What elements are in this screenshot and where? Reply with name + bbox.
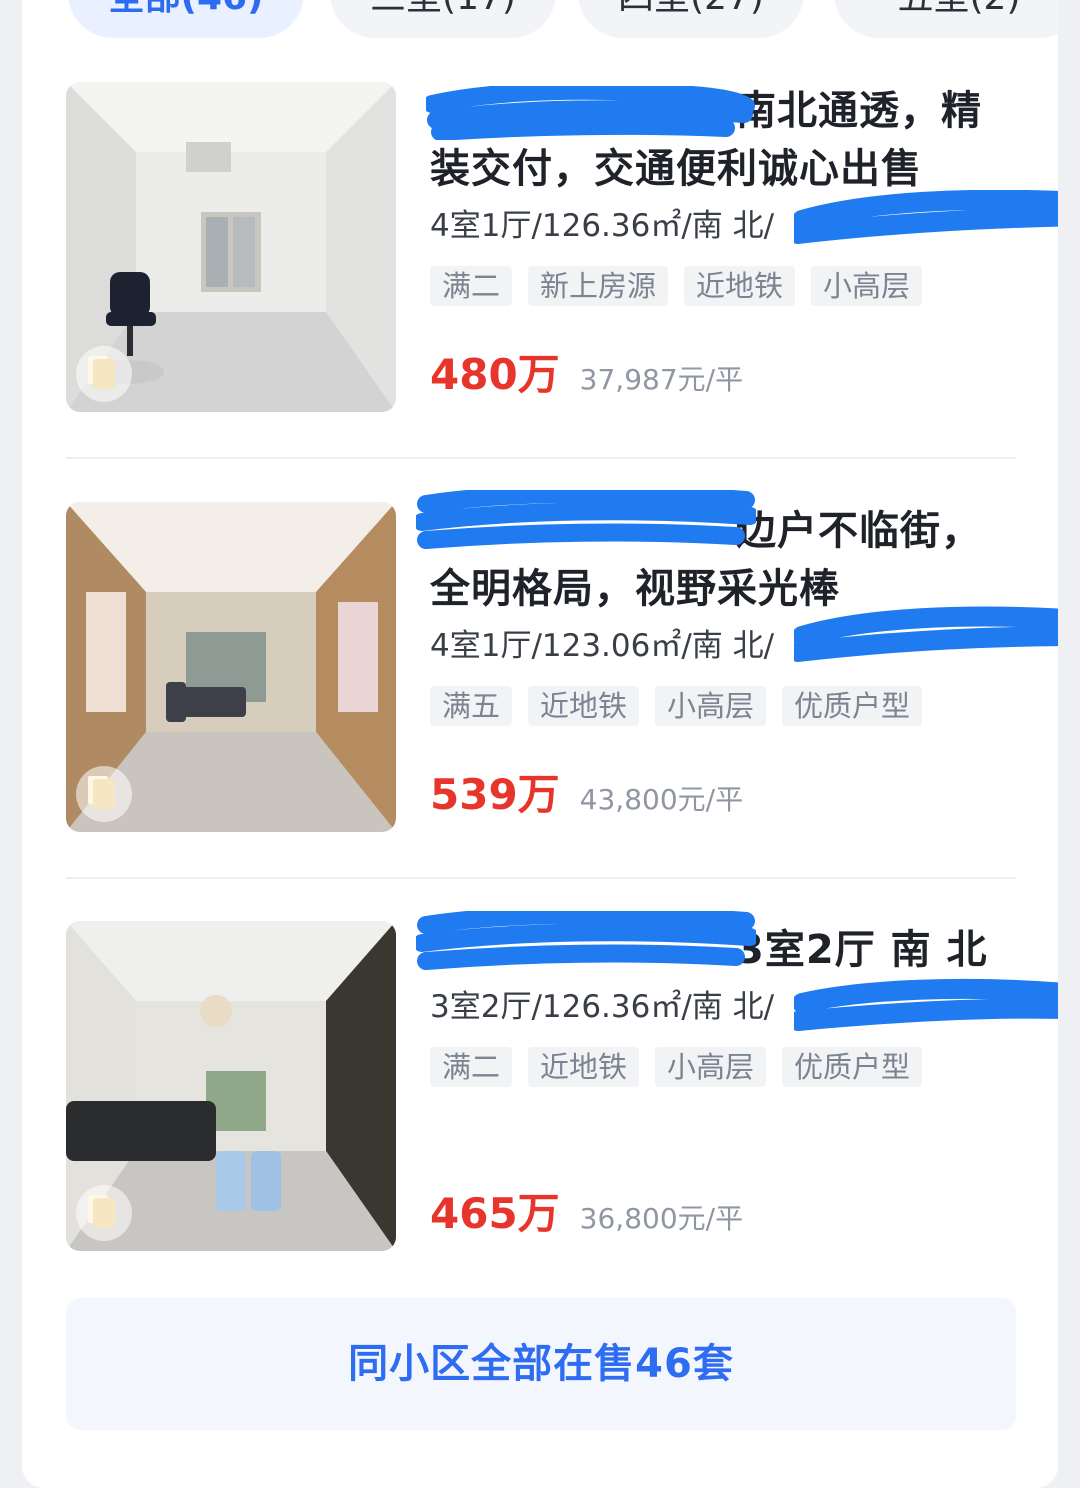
tab-five-room[interactable]: 五室(2) — [834, 0, 1058, 38]
listing-item[interactable]: 南北通透，精 装交付，交通便利诚心出售 4室1厅/126.36㎡/南 北/ 满二… — [66, 82, 1058, 422]
vr-photo-icon — [76, 766, 132, 822]
listing-tags: 满二 新上房源 近地铁 小高层 — [430, 266, 1030, 306]
tag: 满二 — [430, 266, 513, 306]
listing-meta: 3室2厅/126.36㎡/南 北/ — [430, 989, 775, 1025]
total-price: 480万 — [430, 350, 560, 399]
listing-tags: 满五 近地铁 小高层 优质户型 — [430, 686, 1030, 726]
view-all-listings-button[interactable]: 同小区全部在售46套 — [66, 1298, 1016, 1430]
listing-meta: 4室1厅/126.36㎡/南 北/ — [430, 208, 775, 244]
tag: 满二 — [430, 1047, 513, 1087]
listing-tags: 满二 近地铁 小高层 优质户型 — [430, 1047, 1030, 1087]
tag: 满五 — [430, 686, 513, 726]
tab-all[interactable]: 全部(46) — [68, 0, 304, 38]
listing-title[interactable]: 边户不临街， 全明格局，视野采光棒 — [430, 502, 1030, 618]
tab-three-room[interactable]: 三室(17) — [330, 0, 556, 38]
listing-title[interactable]: 南北通透，精 装交付，交通便利诚心出售 — [430, 82, 1030, 198]
room-filter-tabs: 全部(46) 三室(17) 四室(27) 五室(2) — [22, 0, 1058, 38]
vr-photo-icon — [76, 1185, 132, 1241]
tag: 近地铁 — [528, 1047, 640, 1087]
listing-photo[interactable] — [66, 921, 396, 1251]
tag: 小高层 — [811, 266, 923, 306]
tag: 近地铁 — [528, 686, 640, 726]
listing-item[interactable]: 边户不临街， 全明格局，视野采光棒 4室1厅/123.06㎡/南 北/ 满五 近… — [66, 490, 1058, 842]
divider — [66, 877, 1016, 879]
unit-price: 36,800元/平 — [579, 1202, 744, 1235]
divider — [66, 457, 1016, 459]
tag: 小高层 — [655, 686, 767, 726]
vr-photo-icon — [76, 346, 132, 402]
unit-price: 37,987元/平 — [579, 363, 744, 396]
tab-four-room[interactable]: 四室(27) — [578, 0, 804, 38]
listing-item[interactable]: 3室2厅 南 北 3室2厅/126.36㎡/南 北/ 满二 近地铁 小高层 优质… — [66, 911, 1058, 1261]
total-price: 539万 — [430, 770, 560, 819]
tag: 近地铁 — [684, 266, 796, 306]
listing-card: 全部(46) 三室(17) 四室(27) 五室(2) — [22, 0, 1058, 1488]
listing-meta: 4室1厅/123.06㎡/南 北/ — [430, 628, 775, 664]
tag: 新上房源 — [528, 266, 669, 306]
listing-photo[interactable] — [66, 502, 396, 832]
unit-price: 43,800元/平 — [579, 783, 744, 816]
tag: 优质户型 — [782, 686, 923, 726]
tag: 优质户型 — [782, 1047, 923, 1087]
listing-photo[interactable] — [66, 82, 396, 412]
total-price: 465万 — [430, 1189, 560, 1238]
tag: 小高层 — [655, 1047, 767, 1087]
listing-title[interactable]: 3室2厅 南 北 — [430, 921, 1030, 979]
